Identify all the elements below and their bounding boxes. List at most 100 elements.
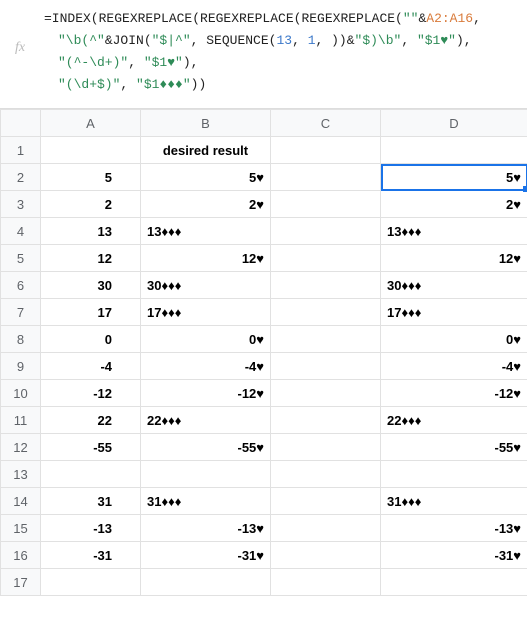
cell[interactable]: -13♥: [381, 515, 527, 542]
cell[interactable]: 12♥: [141, 245, 271, 272]
corner-cell[interactable]: [1, 110, 41, 137]
cell[interactable]: [41, 569, 141, 596]
cell[interactable]: [141, 461, 271, 488]
cell[interactable]: 30♦♦♦: [141, 272, 271, 299]
fx-icon: fx: [0, 8, 40, 56]
cell[interactable]: [381, 569, 527, 596]
cell[interactable]: -13♥: [141, 515, 271, 542]
cell[interactable]: 30♦♦♦: [381, 272, 527, 299]
cell[interactable]: 31: [41, 488, 141, 515]
cell[interactable]: [271, 137, 381, 164]
cell[interactable]: 12♥: [381, 245, 527, 272]
table-row: 10-12-12♥-12♥: [1, 380, 527, 407]
cell[interactable]: [271, 272, 381, 299]
cell[interactable]: -31: [41, 542, 141, 569]
cell[interactable]: [271, 191, 381, 218]
cell[interactable]: 0: [41, 326, 141, 353]
row-header[interactable]: 7: [1, 299, 41, 326]
cell[interactable]: -12: [41, 380, 141, 407]
row-header[interactable]: 14: [1, 488, 41, 515]
table-row: 9-4-4♥-4♥: [1, 353, 527, 380]
cell[interactable]: [41, 137, 141, 164]
row-header[interactable]: 5: [1, 245, 41, 272]
row-header[interactable]: 2: [1, 164, 41, 191]
cell[interactable]: 22♦♦♦: [141, 407, 271, 434]
cell[interactable]: -31♥: [141, 542, 271, 569]
cell[interactable]: 22: [41, 407, 141, 434]
cell[interactable]: 5♥: [381, 164, 527, 191]
cell[interactable]: 31♦♦♦: [141, 488, 271, 515]
cell[interactable]: -55♥: [141, 434, 271, 461]
table-row: 17: [1, 569, 527, 596]
cell[interactable]: [271, 515, 381, 542]
cell[interactable]: -4: [41, 353, 141, 380]
cell[interactable]: 2♥: [381, 191, 527, 218]
cell[interactable]: -55: [41, 434, 141, 461]
row-header[interactable]: 4: [1, 218, 41, 245]
table-row: 13: [1, 461, 527, 488]
cell[interactable]: [271, 380, 381, 407]
cell[interactable]: 5: [41, 164, 141, 191]
cell[interactable]: [381, 137, 527, 164]
column-header-row: A B C D: [1, 110, 527, 137]
cell[interactable]: [271, 488, 381, 515]
row-header[interactable]: 1: [1, 137, 41, 164]
cell[interactable]: 17♦♦♦: [381, 299, 527, 326]
cell[interactable]: [271, 218, 381, 245]
cell[interactable]: -4♥: [141, 353, 271, 380]
cell[interactable]: 17♦♦♦: [141, 299, 271, 326]
cell[interactable]: -12♥: [141, 380, 271, 407]
col-header-b[interactable]: B: [141, 110, 271, 137]
col-header-c[interactable]: C: [271, 110, 381, 137]
cell[interactable]: 13♦♦♦: [141, 218, 271, 245]
cell[interactable]: 2♥: [141, 191, 271, 218]
cell[interactable]: [271, 299, 381, 326]
col-header-d[interactable]: D: [381, 110, 527, 137]
cell[interactable]: [271, 461, 381, 488]
cell[interactable]: desired result: [141, 137, 271, 164]
cell[interactable]: [271, 407, 381, 434]
row-header[interactable]: 8: [1, 326, 41, 353]
row-header[interactable]: 17: [1, 569, 41, 596]
cell[interactable]: -31♥: [381, 542, 527, 569]
row-header[interactable]: 9: [1, 353, 41, 380]
cell[interactable]: [381, 461, 527, 488]
row-header[interactable]: 15: [1, 515, 41, 542]
cell[interactable]: 12: [41, 245, 141, 272]
cell[interactable]: -4♥: [381, 353, 527, 380]
cell[interactable]: 13: [41, 218, 141, 245]
cell[interactable]: -13: [41, 515, 141, 542]
cell[interactable]: 13♦♦♦: [381, 218, 527, 245]
row-header[interactable]: 11: [1, 407, 41, 434]
row-header[interactable]: 16: [1, 542, 41, 569]
cell[interactable]: -12♥: [381, 380, 527, 407]
row-header[interactable]: 13: [1, 461, 41, 488]
cell[interactable]: 2: [41, 191, 141, 218]
cell[interactable]: 31♦♦♦: [381, 488, 527, 515]
col-header-a[interactable]: A: [41, 110, 141, 137]
cell[interactable]: [271, 542, 381, 569]
formula-content[interactable]: =INDEX(REGEXREPLACE(REGEXREPLACE(REGEXRE…: [40, 8, 481, 96]
cell[interactable]: [141, 569, 271, 596]
cell[interactable]: 30: [41, 272, 141, 299]
cell[interactable]: [271, 245, 381, 272]
cell[interactable]: [41, 461, 141, 488]
cell[interactable]: [271, 326, 381, 353]
row-header[interactable]: 6: [1, 272, 41, 299]
row-header[interactable]: 3: [1, 191, 41, 218]
formula-bar: fx =INDEX(REGEXREPLACE(REGEXREPLACE(REGE…: [0, 0, 527, 109]
table-row: 71717♦♦♦17♦♦♦: [1, 299, 527, 326]
cell[interactable]: -55♥: [381, 434, 527, 461]
row-header[interactable]: 12: [1, 434, 41, 461]
spreadsheet-grid[interactable]: A B C D 1desired result255♥5♥322♥2♥41313…: [0, 109, 527, 596]
cell[interactable]: [271, 353, 381, 380]
cell[interactable]: [271, 434, 381, 461]
row-header[interactable]: 10: [1, 380, 41, 407]
cell[interactable]: 17: [41, 299, 141, 326]
cell[interactable]: [271, 164, 381, 191]
cell[interactable]: 0♥: [141, 326, 271, 353]
cell[interactable]: [271, 569, 381, 596]
cell[interactable]: 5♥: [141, 164, 271, 191]
cell[interactable]: 22♦♦♦: [381, 407, 527, 434]
cell[interactable]: 0♥: [381, 326, 527, 353]
